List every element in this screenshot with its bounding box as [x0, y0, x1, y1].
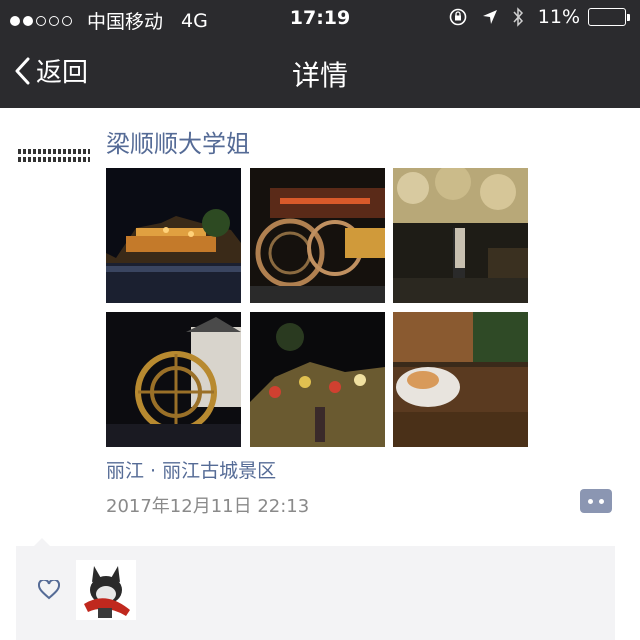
- liker-avatar[interactable]: [76, 560, 136, 620]
- location-link[interactable]: 丽江 · 丽江古城景区: [106, 456, 276, 483]
- battery-nub: [627, 13, 630, 21]
- battery-percent: 11%: [537, 6, 580, 28]
- photo-flower-street[interactable]: [393, 168, 528, 303]
- status-bar: 中国移动 4G 17:19 11%: [0, 0, 640, 36]
- battery-body: [588, 8, 626, 26]
- comment-dot: [588, 498, 593, 504]
- photo-water-wheels[interactable]: [250, 168, 385, 303]
- top-bar: 中国移动 4G 17:19 11% 返回 详情: [0, 0, 640, 108]
- rotation-lock-icon: [448, 7, 468, 27]
- photo-sleeping-cat[interactable]: [393, 312, 528, 447]
- status-right: 11%: [434, 6, 630, 28]
- bluetooth-icon: [512, 7, 524, 27]
- avatar-caption-line: [18, 149, 90, 154]
- avatar[interactable]: [16, 146, 92, 170]
- comment-dot: [599, 498, 604, 504]
- page-title: 详情: [291, 59, 348, 92]
- nav-bar: 返回 详情: [0, 36, 640, 108]
- likes-pointer: [34, 538, 50, 546]
- location-arrow-icon: [482, 9, 498, 25]
- photo-night-town[interactable]: [106, 168, 241, 303]
- heart-icon: [37, 578, 61, 604]
- likes-panel: [16, 546, 615, 640]
- photo-big-water-wheel[interactable]: [106, 312, 241, 447]
- battery-icon: [588, 8, 630, 26]
- comment-menu-button[interactable]: [580, 489, 612, 513]
- avatar-caption-line: [18, 157, 90, 162]
- photo-lit-tree[interactable]: [250, 312, 385, 447]
- post-timestamp: 2017年12月11日 22:13: [106, 496, 310, 517]
- username-link[interactable]: 梁顺顺大学姐: [106, 124, 250, 159]
